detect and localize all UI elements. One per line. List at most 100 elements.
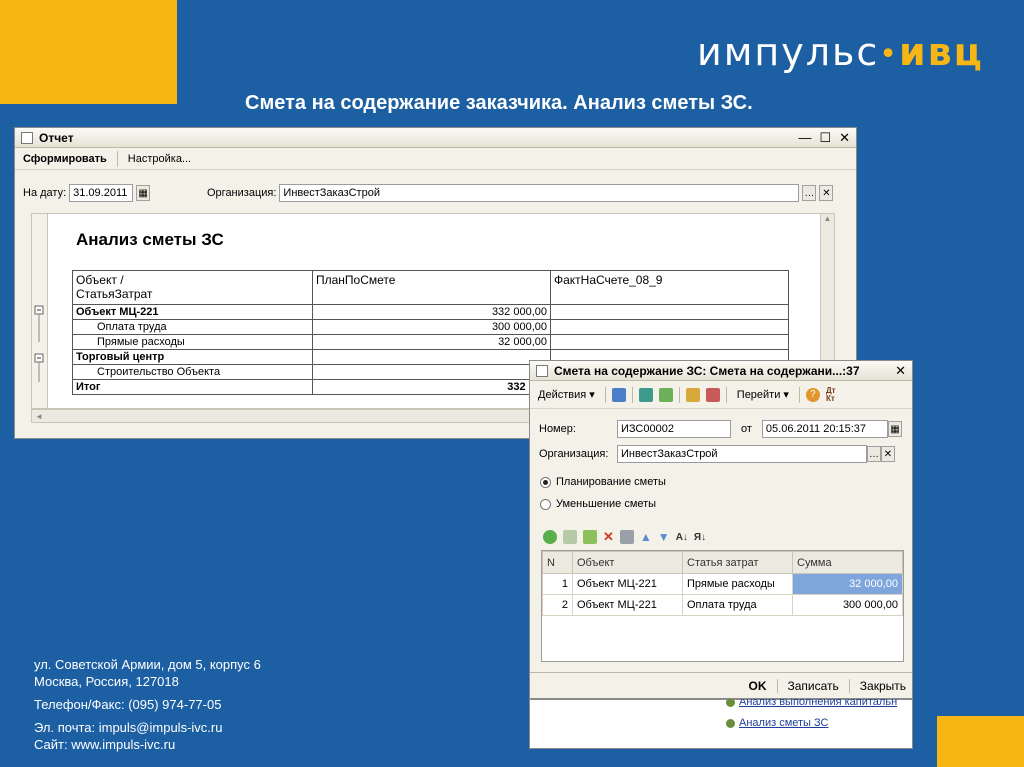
report-toolbar: Сформировать Настройка... <box>15 148 856 170</box>
post-icon[interactable] <box>611 387 626 402</box>
estimate-table: N Объект Статья затрат Сумма 1 Объект МЦ… <box>542 551 903 616</box>
org-row: Организация: ИнвестЗаказСтрой … ✕ <box>207 184 834 202</box>
report-row: Прямые расходы 32 000,00 <box>72 334 789 350</box>
grid-header-row: N Объект Статья затрат Сумма <box>542 551 903 574</box>
edit-row-icon[interactable] <box>583 530 597 544</box>
toolbar-separator <box>604 386 606 403</box>
radio-reduction-label: Уменьшение сметы <box>556 498 657 510</box>
clear-icon[interactable]: ✕ <box>881 446 895 462</box>
refresh-icon[interactable] <box>638 387 653 402</box>
based-on-icon[interactable] <box>685 387 700 402</box>
report-col-fact: ФактНаСчете_08_9 <box>550 270 789 305</box>
company-logo: импульс•ивц <box>697 30 984 74</box>
grid-cell-sum[interactable]: 300 000,00 <box>792 594 903 616</box>
table-row[interactable]: 2 Объект МЦ-221 Оплата труда 300 000,00 <box>542 594 903 616</box>
report-row-name: Торговый центр <box>72 349 313 365</box>
help-icon[interactable]: ? <box>805 387 820 402</box>
close-icon[interactable]: ✕ <box>839 130 850 146</box>
date-label: На дату: <box>23 187 67 199</box>
radio-reduction[interactable]: Уменьшение сметы <box>540 498 656 510</box>
link-row-2: Анализ сметы ЗС <box>726 717 828 729</box>
estimate-dialog: Смета на содержание ЗС: Смета на содержа… <box>529 360 913 699</box>
logo-accent: ивц <box>898 30 984 74</box>
dialog-button-bar: OK Записать Закрыть <box>530 672 912 698</box>
end-edit-icon[interactable] <box>619 530 634 544</box>
email-line: Эл. почта: impuls@impuls-ivc.ru <box>34 720 223 735</box>
grid-col-object[interactable]: Объект <box>572 551 683 574</box>
radio-planning-label: Планирование сметы <box>556 476 666 488</box>
report-titlebar: Отчет — ☐ ✕ <box>15 128 856 148</box>
org-input[interactable]: ИнвестЗаказСтрой <box>279 184 800 202</box>
org-label: Организация: <box>539 448 609 460</box>
sort-asc-icon[interactable]: А↓ <box>676 532 688 543</box>
grid-col-sum[interactable]: Сумма <box>792 551 903 574</box>
copy-row-icon[interactable] <box>563 530 577 544</box>
toolbar-separator <box>725 386 727 403</box>
delete-row-icon[interactable]: ✕ <box>603 529 614 545</box>
toolbar-separator <box>631 386 633 403</box>
debit-credit-icon[interactable]: Дт Кт <box>826 386 836 403</box>
dialog-titlebar: Смета на содержание ЗС: Смета на содержа… <box>530 361 912 381</box>
dialog-org-row: Организация: ИнвестЗаказСтрой … ✕ <box>539 445 895 463</box>
radio-planning-circle[interactable] <box>540 476 551 488</box>
report-row-plan <box>312 349 551 365</box>
report-header-row: Объект / СтатьяЗатрат ПланПоСмете ФактНа… <box>72 270 789 305</box>
sort-desc-icon[interactable]: Я↓ <box>694 532 706 543</box>
document-icon <box>536 364 548 377</box>
grid-cell-n[interactable]: 2 <box>542 594 573 616</box>
report-row-fact <box>550 319 789 335</box>
grid-col-article[interactable]: Статья затрат <box>682 551 793 574</box>
grid-cell-n[interactable]: 1 <box>542 573 573 595</box>
scroll-left-icon[interactable]: ◄ <box>32 412 43 421</box>
radio-reduction-circle[interactable] <box>540 498 551 510</box>
calendar-icon[interactable]: ▦ <box>887 421 902 437</box>
close-button[interactable]: Закрыть <box>860 679 906 693</box>
save-button[interactable]: Записать <box>788 679 839 693</box>
org-label: Организация: <box>207 187 277 199</box>
generate-button[interactable]: Сформировать <box>19 151 111 167</box>
grid-col-n[interactable]: N <box>542 551 573 574</box>
grid-cell-article[interactable]: Оплата труда <box>682 594 793 616</box>
select-ellipsis-icon[interactable]: … <box>867 446 881 462</box>
report-row-name: Оплата труда <box>72 319 313 335</box>
close-icon[interactable]: ✕ <box>895 363 906 379</box>
copy-icon[interactable] <box>658 387 673 402</box>
move-up-icon[interactable]: ▲ <box>640 530 652 544</box>
report-row-fact <box>550 334 789 350</box>
background-links-panel: Анализ выполнения капитальн Анализ сметы… <box>529 696 913 749</box>
goto-menu[interactable]: Перейти ▾ <box>733 386 793 403</box>
grid-cell-sum[interactable]: 32 000,00 <box>792 573 903 595</box>
link-zs-analysis[interactable]: Анализ сметы ЗС <box>739 717 828 729</box>
minimize-icon[interactable]: — <box>798 130 811 146</box>
select-ellipsis-icon[interactable]: … <box>802 185 817 201</box>
radio-planning[interactable]: Планирование сметы <box>540 476 666 488</box>
report-row: Объект МЦ-221 332 000,00 <box>72 304 789 320</box>
number-input[interactable]: ИЗС00002 <box>617 420 731 438</box>
date-input[interactable]: 31.09.2011 <box>69 184 134 202</box>
table-row[interactable]: 1 Объект МЦ-221 Прямые расходы 32 000,00 <box>542 573 903 595</box>
grid-cell-article[interactable]: Прямые расходы <box>682 573 793 595</box>
move-down-icon[interactable]: ▼ <box>658 530 670 544</box>
org-input[interactable]: ИнвестЗаказСтрой <box>617 445 867 463</box>
scroll-up-icon[interactable]: ▲ <box>821 214 834 223</box>
estimate-grid: N Объект Статья затрат Сумма 1 Объект МЦ… <box>541 550 904 662</box>
calendar-icon[interactable]: ▦ <box>136 185 151 201</box>
yellow-corner-top-left <box>0 0 177 104</box>
clear-icon[interactable]: ✕ <box>819 185 834 201</box>
tree-lines <box>34 305 44 382</box>
settings-button[interactable]: Настройка... <box>124 151 195 167</box>
add-row-icon[interactable] <box>543 530 557 544</box>
maximize-icon[interactable]: ☐ <box>819 130 831 146</box>
date-input[interactable]: 05.06.2011 20:15:37 <box>761 420 888 438</box>
report-row-name: Строительство Объекта <box>72 364 313 380</box>
print-icon[interactable] <box>705 387 720 402</box>
number-row: Номер: ИЗС00002 от 05.06.2011 20:15:37 ▦ <box>539 420 902 438</box>
ok-button[interactable]: OK <box>749 679 767 693</box>
dialog-title: Смета на содержание ЗС: Смета на содержа… <box>554 363 860 378</box>
actions-menu[interactable]: Действия ▾ <box>534 386 599 403</box>
logo-dot: • <box>879 37 899 72</box>
report-row-plan: 332 000,00 <box>312 304 551 320</box>
grid-cell-object[interactable]: Объект МЦ-221 <box>572 594 683 616</box>
contacts-block: ул. Советской Армии, дом 5, корпус 6 Мос… <box>34 656 261 753</box>
grid-cell-object[interactable]: Объект МЦ-221 <box>572 573 683 595</box>
